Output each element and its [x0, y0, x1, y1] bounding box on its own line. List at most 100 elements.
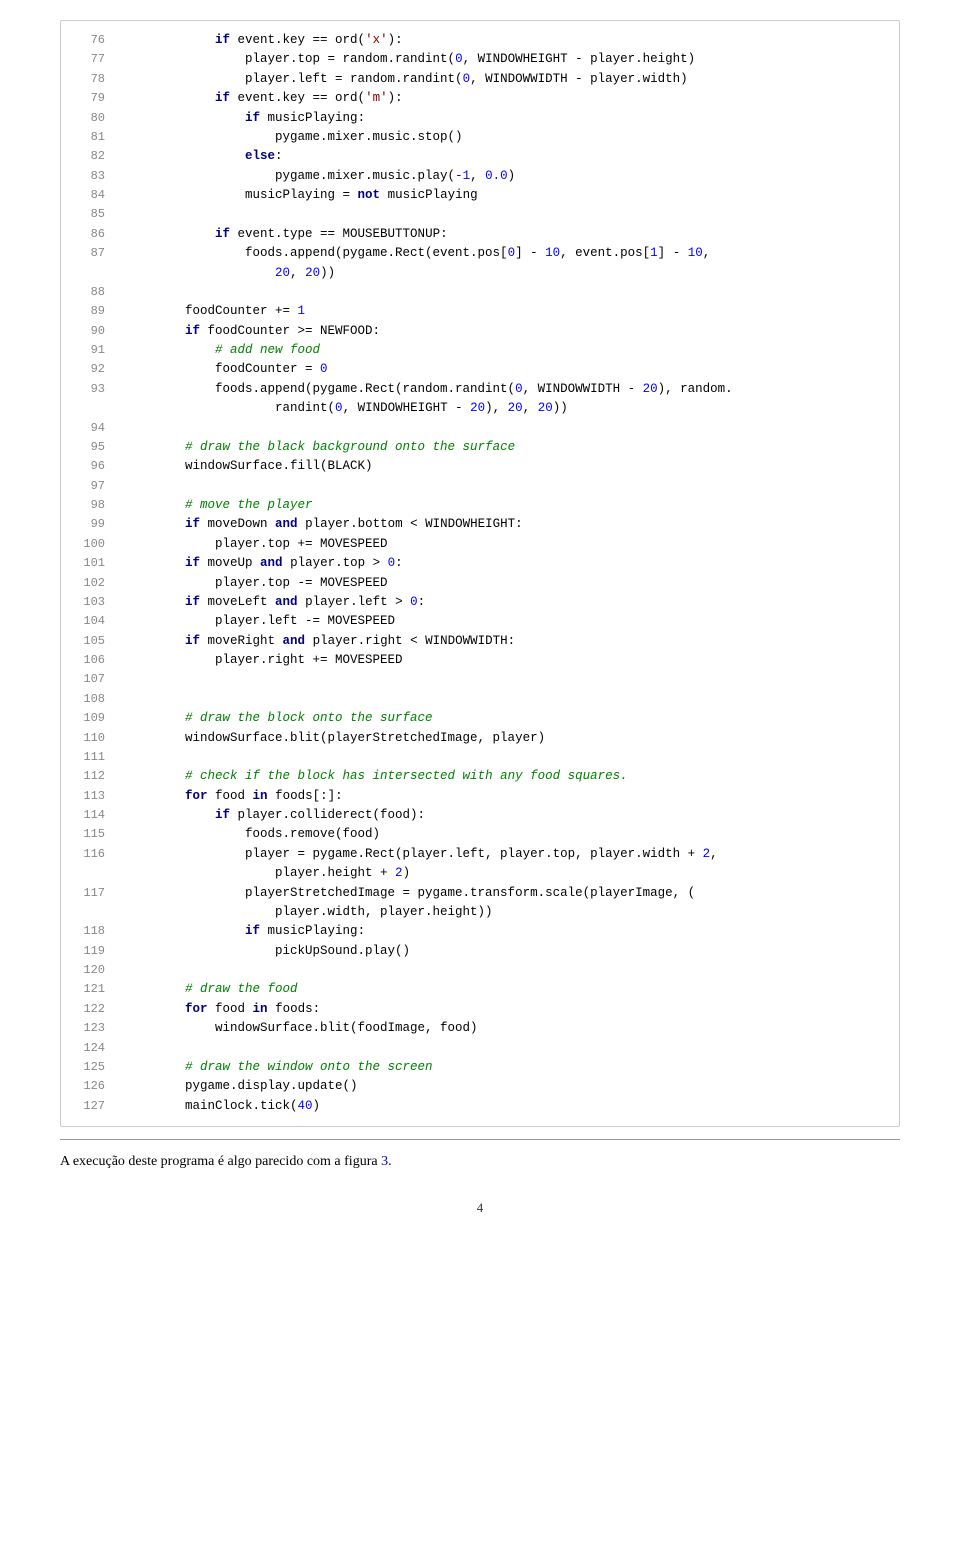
code-line-81: 81 pygame.mixer.music.stop() [61, 128, 899, 147]
code-content-119: pickUpSound.play() [125, 942, 410, 961]
code-content-78: player.left = random.randint(0, WINDOWWI… [125, 70, 688, 89]
code-line-86: 86 if event.type == MOUSEBUTTONUP: [61, 225, 899, 244]
code-line-120: 120 [61, 961, 899, 980]
code-line-115: 115 foods.remove(food) [61, 825, 899, 844]
line-num-82: 82 [69, 147, 105, 166]
code-line-95: 95 # draw the black background onto the … [61, 438, 899, 457]
code-line-117: 117 playerStretchedImage = pygame.transf… [61, 884, 899, 903]
code-content-91: # add new food [125, 341, 320, 360]
line-num-93: 93 [69, 380, 105, 399]
line-num-105: 105 [69, 632, 105, 651]
code-content-89: foodCounter += 1 [125, 302, 305, 321]
line-num-99: 99 [69, 515, 105, 534]
line-num-125: 125 [69, 1058, 105, 1077]
code-line-90: 90 if foodCounter >= NEWFOOD: [61, 322, 899, 341]
code-content-120 [125, 961, 133, 980]
line-num-112: 112 [69, 767, 105, 786]
code-content-85 [125, 205, 133, 224]
code-content-102: player.top -= MOVESPEED [125, 574, 388, 593]
code-line-91: 91 # add new food [61, 341, 899, 360]
code-line-93: 93 foods.append(pygame.Rect(random.randi… [61, 380, 899, 399]
code-content-93: foods.append(pygame.Rect(random.randint(… [125, 380, 733, 399]
line-num-115: 115 [69, 825, 105, 844]
code-content-104: player.left -= MOVESPEED [125, 612, 395, 631]
code-line-123: 123 windowSurface.blit(foodImage, food) [61, 1019, 899, 1038]
code-line-106: 106 player.right += MOVESPEED [61, 651, 899, 670]
line-num-98: 98 [69, 496, 105, 515]
line-num-116: 116 [69, 845, 105, 864]
code-content-96: windowSurface.fill(BLACK) [125, 457, 373, 476]
code-line-87b: 20, 20)) [61, 264, 899, 283]
code-content-79: if event.key == ord('m'): [125, 89, 403, 108]
code-line-94: 94 [61, 419, 899, 438]
line-num-96: 96 [69, 457, 105, 476]
code-content-103: if moveLeft and player.left > 0: [125, 593, 425, 612]
code-content-113: for food in foods[:]: [125, 787, 343, 806]
code-content-87b: 20, 20)) [125, 264, 335, 283]
code-line-112: 112 # check if the block has intersected… [61, 767, 899, 786]
code-line-100: 100 player.top += MOVESPEED [61, 535, 899, 554]
line-num-89: 89 [69, 302, 105, 321]
code-content-101: if moveUp and player.top > 0: [125, 554, 403, 573]
line-num-87: 87 [69, 244, 105, 263]
code-line-110: 110 windowSurface.blit(playerStretchedIm… [61, 729, 899, 748]
code-content-117: playerStretchedImage = pygame.transform.… [125, 884, 695, 903]
line-num-81: 81 [69, 128, 105, 147]
code-line-82: 82 else: [61, 147, 899, 166]
line-num-77: 77 [69, 50, 105, 69]
code-line-104: 104 player.left -= MOVESPEED [61, 612, 899, 631]
code-content-110: windowSurface.blit(playerStretchedImage,… [125, 729, 545, 748]
line-num-109: 109 [69, 709, 105, 728]
code-line-117b: player.width, player.height)) [61, 903, 899, 922]
line-num-83: 83 [69, 167, 105, 186]
code-content-116: player = pygame.Rect(player.left, player… [125, 845, 718, 864]
code-content-80: if musicPlaying: [125, 109, 365, 128]
line-num-103: 103 [69, 593, 105, 612]
line-num-79: 79 [69, 89, 105, 108]
prose-paragraph: A execução deste programa é algo parecid… [60, 1154, 900, 1170]
code-content-107 [125, 670, 133, 689]
line-num-117: 117 [69, 884, 105, 903]
code-line-121: 121 # draw the food [61, 980, 899, 999]
code-line-109: 109 # draw the block onto the surface [61, 709, 899, 728]
code-line-111: 111 [61, 748, 899, 767]
line-num-120: 120 [69, 961, 105, 980]
code-content-122: for food in foods: [125, 1000, 320, 1019]
code-content-108 [125, 690, 133, 709]
line-num-118: 118 [69, 922, 105, 941]
code-content-76: if event.key == ord('x'): [125, 31, 403, 50]
code-content-90: if foodCounter >= NEWFOOD: [125, 322, 380, 341]
code-line-99: 99 if moveDown and player.bottom < WINDO… [61, 515, 899, 534]
line-num-85: 85 [69, 205, 105, 224]
code-line-103: 103 if moveLeft and player.left > 0: [61, 593, 899, 612]
code-content-105: if moveRight and player.right < WINDOWWI… [125, 632, 515, 651]
code-line-85: 85 [61, 205, 899, 224]
line-num-90: 90 [69, 322, 105, 341]
code-line-124: 124 [61, 1039, 899, 1058]
code-content-94 [125, 419, 133, 438]
code-content-86: if event.type == MOUSEBUTTONUP: [125, 225, 448, 244]
code-content-121: # draw the food [125, 980, 298, 999]
line-num-108: 108 [69, 690, 105, 709]
code-content-118: if musicPlaying: [125, 922, 365, 941]
code-line-77: 77 player.top = random.randint(0, WINDOW… [61, 50, 899, 69]
code-line-87: 87 foods.append(pygame.Rect(event.pos[0]… [61, 244, 899, 263]
code-line-83: 83 pygame.mixer.music.play(-1, 0.0) [61, 167, 899, 186]
line-num-104: 104 [69, 612, 105, 631]
line-num-124: 124 [69, 1039, 105, 1058]
page-number: 4 [477, 1200, 484, 1215]
code-content-81: pygame.mixer.music.stop() [125, 128, 463, 147]
code-content-126: pygame.display.update() [125, 1077, 358, 1096]
code-content-82: else: [125, 147, 283, 166]
code-line-84: 84 musicPlaying = not musicPlaying [61, 186, 899, 205]
line-num-119: 119 [69, 942, 105, 961]
code-content-77: player.top = random.randint(0, WINDOWHEI… [125, 50, 695, 69]
code-line-76: 76 if event.key == ord('x'): [61, 31, 899, 50]
line-num-76: 76 [69, 31, 105, 50]
line-num-122: 122 [69, 1000, 105, 1019]
line-num-88: 88 [69, 283, 105, 302]
code-content-95: # draw the black background onto the sur… [125, 438, 515, 457]
code-line-97: 97 [61, 477, 899, 496]
code-line-78: 78 player.left = random.randint(0, WINDO… [61, 70, 899, 89]
code-line-116: 116 player = pygame.Rect(player.left, pl… [61, 845, 899, 864]
